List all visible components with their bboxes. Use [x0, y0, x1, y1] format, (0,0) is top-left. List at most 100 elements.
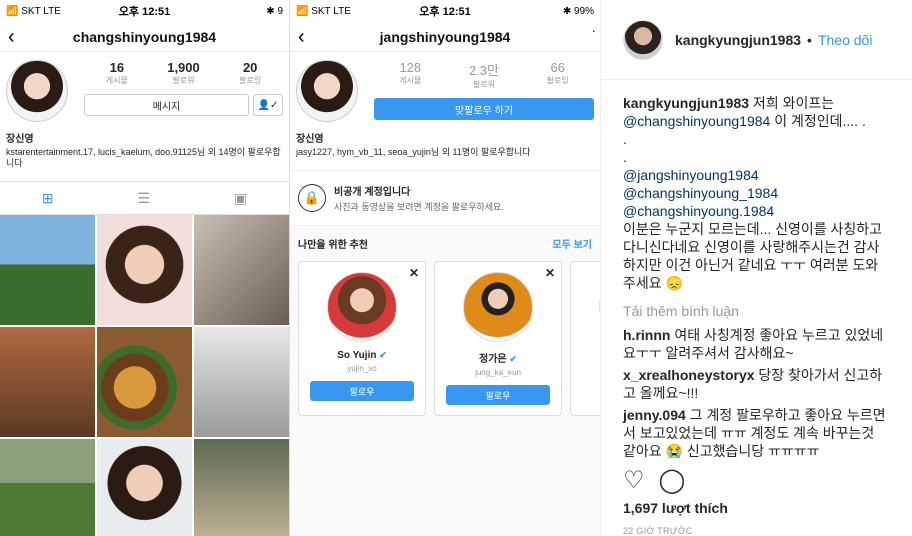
tagged-icon: ▣ — [233, 189, 248, 206]
post-header: kangkyungjun1983 • Theo dõi — [601, 0, 912, 80]
profile-stats: 16 게시물 1,900 팔로워 20 팔로잉 — [84, 60, 283, 86]
profile-tabs: ⊞ ☰ ▣ — [0, 181, 289, 215]
followed-by-text: jasy1227, hym_vb_11, seoa_yujin님 외 11명이 … — [296, 147, 531, 157]
profile-navbar: ‹ changshinyoung1984 — [0, 22, 289, 52]
message-button: 메시지 — [84, 94, 249, 116]
like-count[interactable]: 1,697 lượt thích — [623, 500, 728, 516]
load-more-comments[interactable]: Tải thêm bình luận — [623, 302, 890, 320]
back-arrow-icon: ‹ — [298, 26, 305, 48]
caption: kangkyungjun1983 저희 와이프는 @changshinyoung… — [623, 94, 890, 292]
comment: jenny.094 그 계정 팔로우하고 좋아요 누르면서 보고있었는데 ㅠㅠ … — [623, 406, 890, 458]
verified-badge-icon: ✔ — [379, 350, 387, 360]
see-all-link: 모두 보기 — [552, 240, 592, 251]
mention-link[interactable]: @changshinyoung1984 — [623, 113, 770, 129]
phone-screenshot-right: 📶 SKT LTE 오후 12:51 ✱ 99% ‹ jangshinyoung… — [290, 0, 600, 536]
private-subtitle: 사진과 동영상을 보려면 계정을 팔로우하세요. — [334, 202, 504, 212]
follow-back-button: 맞팔로우 하기 — [374, 98, 594, 120]
photo-thumb — [0, 439, 95, 536]
battery-text: ✱ 9 — [266, 5, 283, 17]
status-bar: 📶 SKT LTE 오후 12:51 ✱ 9 — [0, 0, 289, 22]
stat-following: 66 팔로잉 — [546, 60, 569, 85]
photo-thumb — [194, 439, 289, 536]
suggestion-handle: yujin_so — [347, 364, 377, 373]
heart-icon[interactable]: ♡ — [623, 466, 645, 495]
stat-following: 20 팔로잉 — [239, 60, 262, 85]
post-actions: ♡ ◯ — [623, 466, 685, 495]
photo-grid — [0, 215, 289, 536]
suggestion-card-partial — [570, 261, 600, 416]
caption-text-1: 저희 와이프는 — [749, 95, 835, 111]
follow-button[interactable]: Theo dõi — [818, 32, 872, 48]
verified-badge-icon: ✔ — [509, 354, 517, 364]
comment: h.rinnn 여태 사칭계정 좋아요 누르고 있었네요ㅜㅜ 알려주셔서 감사해… — [623, 326, 890, 362]
mention-link[interactable]: @changshinyoung.1984 — [623, 203, 774, 219]
battery-text: ✱ 99% — [562, 5, 594, 17]
comment-username[interactable]: jenny.094 — [623, 407, 686, 423]
mention-link[interactable]: @jangshinyoung1984 — [623, 167, 759, 183]
caption-text-2: 이 계정인데.... . — [770, 113, 866, 129]
profile-name: 장신영 — [296, 134, 324, 145]
post-image: 📶 SKT LTE 오후 12:51 ✱ 9 ‹ changshinyoung1… — [0, 0, 600, 536]
photo-thumb — [97, 327, 192, 437]
suggestions-list: ✕ So Yujin ✔ yujin_so 팔로우 ✕ 정가은 ✔ jung_k… — [290, 261, 600, 536]
photo-thumb — [0, 327, 95, 437]
caption-text-3: 이분은 누군지 모르는데... 신영이를 사칭하고 다니신다네요 신영이를 사랑… — [623, 221, 883, 291]
suggestion-card: ✕ 정가은 ✔ jung_ka_eun 팔로우 — [434, 261, 562, 416]
profile-username: changshinyoung1984 — [72, 28, 217, 45]
status-time: 오후 12:51 — [118, 6, 171, 18]
suggestion-card: ✕ So Yujin ✔ yujin_so 팔로우 — [298, 261, 426, 416]
suggestion-name: So Yujin — [337, 350, 377, 361]
phone-screenshot-left: 📶 SKT LTE 오후 12:51 ✱ 9 ‹ changshinyoung1… — [0, 0, 290, 536]
profile-navbar: ‹ jangshinyoung1984 · — [290, 22, 600, 52]
avatar — [6, 60, 68, 122]
list-view-icon: ☰ — [137, 189, 151, 206]
follow-button: 팔로우 — [446, 385, 550, 405]
comment-username[interactable]: h.rinnn — [623, 327, 670, 343]
photo-thumb — [194, 327, 289, 437]
stat-posts: 128 게시물 — [399, 60, 422, 85]
photo-thumb — [97, 439, 192, 536]
followed-by-text: kstarentertainment.17, lucis_kaelum, doo… — [6, 147, 281, 168]
private-title: 비공개 계정입니다 — [334, 187, 411, 198]
comment-username[interactable]: x_xrealhoneystoryx — [623, 367, 755, 383]
profile-name: 장신영 — [6, 134, 34, 145]
avatar — [296, 60, 358, 122]
profile-header: 16 게시물 1,900 팔로워 20 팔로잉 메시지 👤✓ — [0, 52, 289, 124]
stat-posts: 16 게시물 — [105, 60, 128, 85]
profile-stats: 128 게시물 2.3만 팔로워 66 팔로잉 — [374, 60, 594, 90]
caption-username[interactable]: kangkyungjun1983 — [623, 95, 749, 111]
suggestion-handle: jung_ka_eun — [475, 368, 521, 377]
avatar[interactable] — [623, 19, 663, 60]
post-author-username[interactable]: kangkyungjun1983 — [675, 32, 801, 48]
profile-username: jangshinyoung1984 — [379, 28, 511, 45]
avatar — [463, 272, 533, 342]
more-dots-icon: · — [591, 22, 596, 38]
comment: x_xrealhoneystoryx 당장 찾아가서 신고하고 올께요~!!! — [623, 366, 890, 402]
comment-icon[interactable]: ◯ — [659, 466, 686, 495]
status-time: 오후 12:51 — [419, 6, 471, 18]
separator-dot: • — [807, 31, 812, 48]
person-check-icon: 👤✓ — [253, 94, 283, 116]
profile-header: 128 게시물 2.3만 팔로워 66 팔로잉 맞팔로우 하기 — [290, 52, 600, 124]
photo-thumb — [0, 215, 95, 325]
stat-followers: 2.3만 팔로워 — [468, 63, 500, 89]
caption-dot: . — [623, 149, 627, 165]
close-icon: ✕ — [544, 266, 555, 280]
post-side-panel: kangkyungjun1983 • Theo dõi kangkyungjun… — [600, 0, 912, 536]
mention-link[interactable]: @changshinyoung_1984 — [623, 185, 778, 201]
follow-button: 팔로우 — [310, 381, 414, 401]
comments-section: kangkyungjun1983 저희 와이프는 @changshinyoung… — [601, 80, 912, 458]
caption-dot: . — [623, 131, 627, 147]
lock-icon: 🔒 — [298, 184, 326, 212]
suggestions-header: 나만을 위한 추천 모두 보기 — [290, 226, 600, 261]
suggestion-name: 정가은 — [479, 354, 507, 365]
stat-followers: 1,900 팔로워 — [167, 60, 200, 85]
close-icon: ✕ — [408, 266, 419, 280]
suggestions-title: 나만을 위한 추천 — [298, 240, 368, 251]
avatar — [327, 272, 397, 342]
private-account-notice: 🔒 비공개 계정입니다 사진과 동영상을 보려면 계정을 팔로우하세요. — [290, 170, 600, 226]
grid-view-icon: ⊞ — [41, 189, 54, 206]
post-timestamp: 22 GIỜ TRƯỚC — [623, 526, 693, 536]
status-bar: 📶 SKT LTE 오후 12:51 ✱ 99% — [290, 0, 600, 22]
back-arrow-icon: ‹ — [8, 26, 15, 48]
